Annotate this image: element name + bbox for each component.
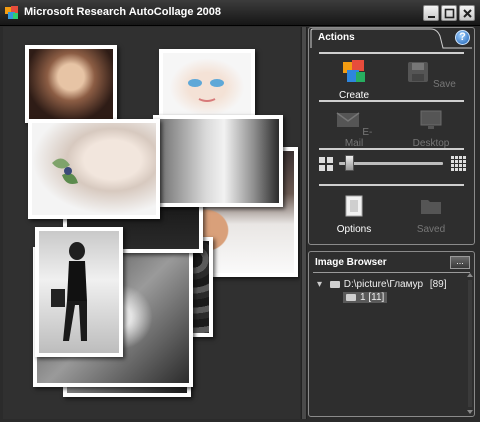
image-browser-scrollbar[interactable] bbox=[466, 272, 474, 415]
folder-icon bbox=[346, 293, 356, 301]
root-folder-path: D:\picture\Гламур bbox=[343, 279, 424, 290]
saved-button[interactable]: Saved bbox=[406, 194, 456, 235]
options-icon bbox=[345, 195, 363, 217]
tree-item-root[interactable]: ▾ D:\picture\Гламур [89] bbox=[317, 279, 447, 290]
collage-photo-lily bbox=[28, 119, 160, 219]
maximize-button[interactable] bbox=[441, 5, 457, 21]
tree-item-selected[interactable]: 1 [11] bbox=[343, 292, 388, 303]
create-collage-icon bbox=[343, 60, 365, 82]
save-button[interactable]: Save bbox=[406, 60, 456, 90]
model-illustration bbox=[51, 242, 87, 341]
browse-folder-button[interactable]: ... bbox=[450, 256, 470, 269]
actions-panel: Actions ? Create Save E-Mail Desktop Opt… bbox=[308, 27, 475, 245]
image-browser-title: Image Browser bbox=[315, 257, 387, 268]
image-browser-panel: Image Browser ... ▾ D:\picture\Гламур [8… bbox=[308, 251, 475, 417]
collage-photo-blue-eyes bbox=[159, 49, 255, 119]
child-folder-count: [11] bbox=[368, 292, 385, 303]
create-button[interactable]: Create bbox=[329, 60, 379, 101]
folder-icon bbox=[329, 280, 340, 288]
help-icon[interactable]: ? bbox=[455, 30, 470, 45]
actions-divider-4 bbox=[319, 184, 464, 186]
scroll-down-arrow-icon[interactable] bbox=[467, 410, 473, 414]
title-bar: Microsoft Research AutoCollage 2008 bbox=[0, 0, 480, 26]
root-folder-count: [89] bbox=[429, 279, 447, 290]
options-button[interactable]: Options bbox=[329, 194, 379, 235]
scroll-up-arrow-icon[interactable] bbox=[467, 273, 473, 277]
saved-label: Saved bbox=[416, 224, 446, 235]
minimize-icon bbox=[428, 16, 435, 18]
minimize-button[interactable] bbox=[423, 5, 439, 21]
collage-photo-bag-model bbox=[35, 227, 123, 357]
collage-photo-woman-portrait bbox=[25, 45, 117, 123]
actions-divider-3 bbox=[319, 148, 464, 150]
window-title: Microsoft Research AutoCollage 2008 bbox=[24, 6, 222, 18]
panel-splitter[interactable] bbox=[301, 27, 307, 419]
email-icon bbox=[336, 112, 360, 127]
large-grid-icon bbox=[451, 156, 466, 171]
maximize-icon bbox=[444, 8, 455, 19]
save-label: Save bbox=[432, 79, 456, 90]
saved-folder-icon bbox=[421, 200, 441, 214]
desktop-button[interactable]: Desktop bbox=[406, 108, 456, 149]
flower-illustration bbox=[52, 158, 78, 184]
actions-divider-1 bbox=[319, 52, 464, 54]
actions-divider-2 bbox=[319, 100, 464, 102]
slider-thumb[interactable] bbox=[345, 155, 355, 171]
collage-size-slider[interactable] bbox=[317, 152, 467, 176]
save-icon bbox=[408, 62, 429, 82]
face-illustration bbox=[188, 79, 224, 102]
tree-collapse-icon[interactable]: ▾ bbox=[317, 279, 327, 290]
close-icon bbox=[463, 9, 472, 18]
collage-photo-kiss bbox=[153, 115, 283, 207]
desktop-icon bbox=[420, 110, 442, 129]
options-label: Options bbox=[336, 224, 372, 235]
close-button[interactable] bbox=[459, 5, 475, 21]
small-grid-icon bbox=[319, 157, 333, 171]
collage-canvas[interactable] bbox=[3, 27, 300, 419]
browser-divider bbox=[313, 272, 470, 273]
slider-track[interactable] bbox=[339, 162, 443, 165]
tree-item-child[interactable]: 1 [11] bbox=[343, 292, 388, 303]
autocollage-app-icon bbox=[5, 6, 18, 19]
email-button[interactable]: E-Mail bbox=[329, 108, 379, 149]
child-folder-name: 1 bbox=[360, 292, 366, 303]
tab-outline bbox=[310, 28, 472, 49]
